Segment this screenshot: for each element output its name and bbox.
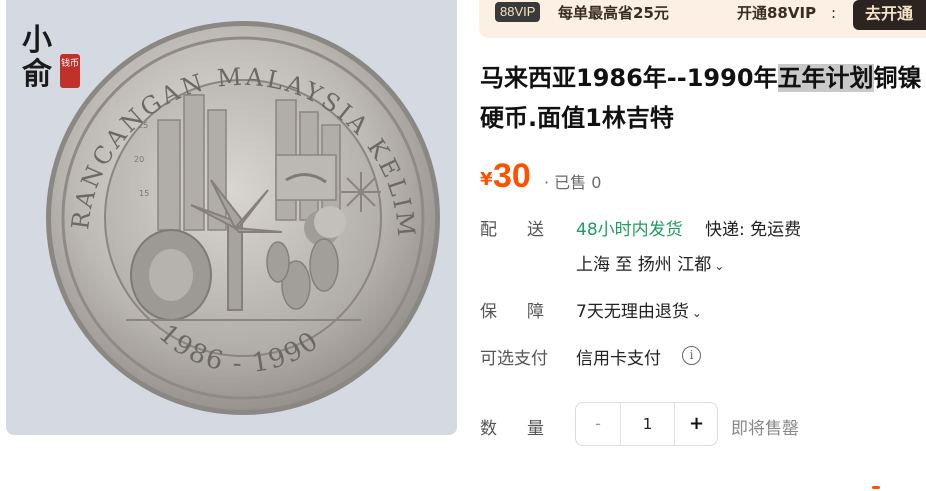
edge-accent [872, 486, 880, 489]
shipping-route-selector[interactable]: 上海 至 扬州 江都 ⌄ [576, 250, 724, 275]
chevron-down-icon: ⌄ [691, 306, 702, 320]
vip-promo-bar: 88VIP 每单最高省25元 开通88VIP : 去开通 [479, 0, 926, 38]
vip-badge: 88VIP [495, 2, 541, 22]
vip-open-text: 开通88VIP [737, 4, 817, 22]
chart-tick: 20 [134, 155, 144, 164]
decrease-button[interactable]: - [576, 403, 620, 445]
vip-separator: : [831, 4, 837, 22]
price-amount: 30 [493, 157, 531, 195]
guarantee-label: 保障 [480, 302, 544, 322]
vip-open-button[interactable]: 去开通 [853, 0, 926, 30]
quantity-label: 数量 [480, 419, 544, 439]
product-image[interactable]: RANCANGAN MALAYSIA KELIMA 1986 - 1990 25… [6, 0, 457, 435]
chart-tick: 15 [139, 189, 149, 198]
vip-save-text: 每单最高省25元 [558, 4, 669, 22]
info-icon[interactable]: i [682, 346, 701, 365]
sold-count: · 已售 0 [544, 173, 602, 192]
watermark-brush-text: 小 俞 [22, 23, 52, 92]
guarantee-selector[interactable]: 7天无理由退货 ⌄ [576, 297, 702, 322]
shipping-fast: 48小时内发货 [576, 220, 683, 240]
increase-button[interactable]: + [675, 403, 718, 445]
watermark-seal: 小 俞 钱币 [22, 24, 82, 94]
watermark-stamp: 钱币 [60, 54, 80, 88]
chevron-down-icon: ⌄ [714, 259, 725, 273]
stock-status: 即将售罄 [731, 419, 799, 439]
shipping-route-text: 上海 至 扬州 江都 [576, 255, 712, 275]
quantity-stepper: - 1 + [575, 402, 718, 446]
payment-label: 可选支付 [480, 349, 548, 369]
shipping-fee: 快递: 免运费 [705, 220, 802, 240]
title-highlight: 五年计划 [777, 64, 874, 92]
product-title: 马来西亚1986年--1990年五年计划铜镍硬币.面值1林吉特 [480, 64, 922, 132]
payment-method: 信用卡支付 [576, 349, 661, 369]
price-currency: ¥ [480, 169, 493, 190]
shipping-label: 配送 [480, 220, 544, 240]
chart-tick: 25 [138, 121, 148, 130]
quantity-input[interactable]: 1 [620, 403, 675, 445]
guarantee-text: 7天无理由退货 [576, 302, 689, 322]
